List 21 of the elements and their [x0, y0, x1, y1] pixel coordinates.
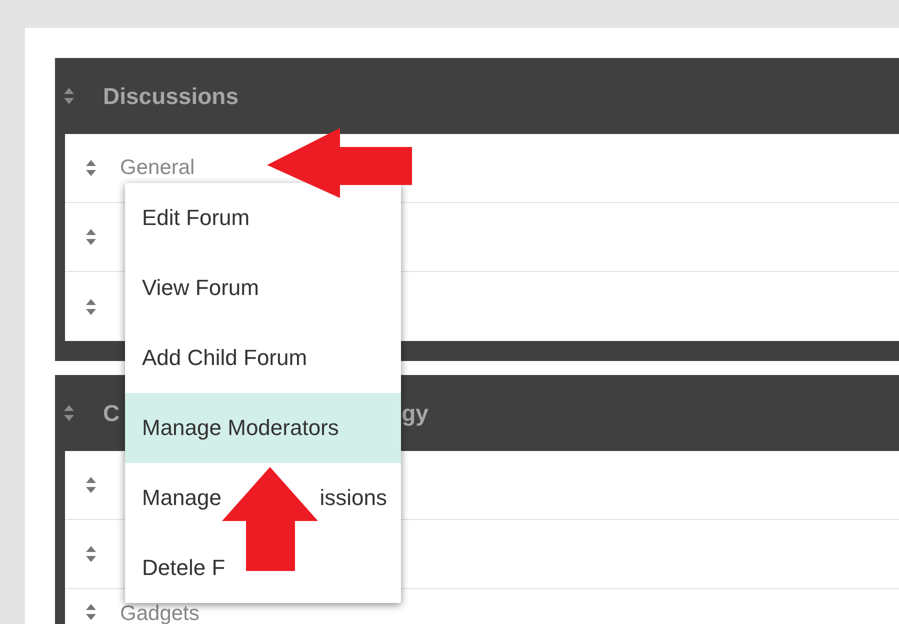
sort-icon[interactable]	[85, 159, 97, 177]
menu-item[interactable]: Manage Moderators	[125, 393, 401, 463]
section-title: C	[103, 400, 120, 426]
menu-item-label: issions	[320, 485, 387, 511]
sort-icon[interactable]	[85, 228, 97, 246]
sort-icon[interactable]	[85, 298, 97, 316]
forum-name[interactable]: General	[120, 156, 195, 180]
sort-icon[interactable]	[85, 476, 97, 494]
menu-item[interactable]: Add Child Forum	[125, 323, 401, 393]
sort-icon[interactable]	[85, 603, 97, 621]
menu-item[interactable]: View Forum	[125, 253, 401, 323]
menu-item[interactable]: Manage issions	[125, 463, 401, 533]
section-title: Discussions	[103, 82, 238, 110]
sort-icon[interactable]	[85, 545, 97, 563]
section-sort-icon[interactable]	[63, 87, 75, 105]
menu-item-label: Detele F	[142, 555, 226, 581]
menu-item-label: Manage	[142, 485, 222, 511]
arrow-icon	[267, 128, 412, 198]
section-title: gy	[402, 400, 428, 426]
section-sort-icon[interactable]	[63, 404, 75, 422]
forum-name[interactable]: Gadgets	[120, 603, 200, 624]
